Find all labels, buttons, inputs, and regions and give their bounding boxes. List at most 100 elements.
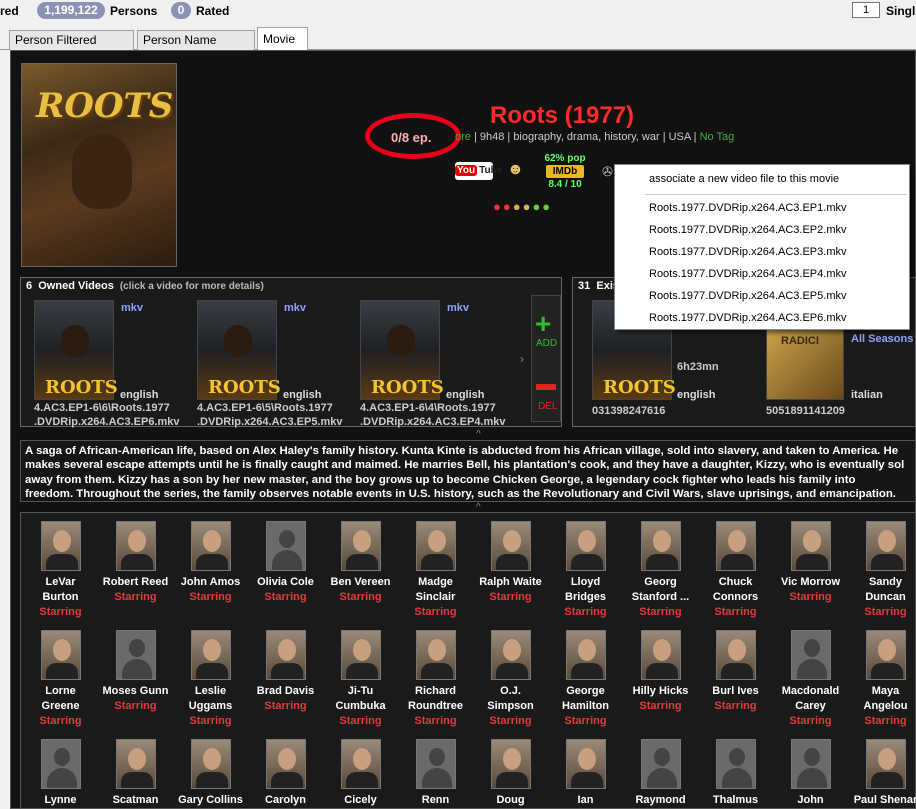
actor-name-line2: Carey — [795, 700, 826, 712]
cast-member[interactable]: John — [773, 739, 848, 808]
actor-role: Starring — [864, 715, 907, 727]
cast-member[interactable]: Cicely — [323, 739, 398, 808]
cast-member[interactable]: Hilly Hicks Starring — [623, 630, 698, 714]
cast-member[interactable]: LeVar Burton Starring — [23, 521, 98, 620]
actor-name-line2: Cumbuka — [335, 700, 386, 712]
existing-barcode-1: 031398247616 — [592, 405, 666, 417]
tab-person-filtered-search[interactable]: Person Filtered Search — [9, 30, 134, 65]
cast-member[interactable]: Renn — [398, 739, 473, 808]
delete-icon[interactable] — [536, 384, 556, 390]
cast-member[interactable]: Lorne Greene Starring — [23, 630, 98, 729]
cast-member[interactable]: Olivia Cole Starring — [248, 521, 323, 605]
add-icon[interactable]: + — [535, 310, 551, 338]
add-button[interactable]: ADD — [536, 338, 557, 349]
menu-item-ep3[interactable]: Roots.1977.DVDRip.x264.AC3.EP3.mkv — [649, 246, 846, 258]
cast-member[interactable]: Chuck Connors Starring — [698, 521, 773, 620]
actor-name-line2: Uggams — [188, 700, 233, 712]
rating-face-1-icon[interactable]: ● — [493, 199, 503, 214]
cast-member[interactable]: Maya Angelou Starring — [848, 630, 916, 729]
cast-member[interactable]: Brad Davis Starring — [248, 630, 323, 714]
actor-name: Paul Shenar — [853, 794, 916, 806]
cast-member[interactable]: Robert Reed Starring — [98, 521, 173, 605]
tab-bar: Person Filtered Search Person Name Searc… — [0, 27, 916, 65]
video-path: 4.AC3.EP1-6\4\Roots.1977 — [360, 402, 496, 414]
rating-face-5-icon[interactable]: ● — [532, 199, 542, 214]
tab-movie[interactable]: Movie — [257, 27, 308, 51]
cast-member[interactable]: Ben Vereen Starring — [323, 521, 398, 605]
actor-photo — [40, 630, 81, 680]
cast-member[interactable]: Doug — [473, 739, 548, 808]
menu-item-ep6[interactable]: Roots.1977.DVDRip.x264.AC3.EP6.mkv — [649, 312, 846, 324]
meta-details: | 9h48 | biography, drama, history, war … — [470, 131, 700, 143]
actor-photo — [490, 739, 531, 789]
film-reel-icon[interactable]: ✇ — [602, 164, 613, 180]
rating-face-3-icon[interactable]: ● — [513, 199, 523, 214]
cast-member[interactable]: Paul Shenar — [848, 739, 916, 808]
menu-item-ep4[interactable]: Roots.1977.DVDRip.x264.AC3.EP4.mkv — [649, 268, 846, 280]
actor-name: Olivia Cole — [257, 576, 314, 588]
tag-link[interactable]: No Tag — [700, 131, 735, 143]
scroll-right-chevron-icon[interactable]: › — [520, 352, 524, 366]
more-link[interactable]: ore — [455, 131, 471, 143]
menu-item-ep1[interactable]: Roots.1977.DVDRip.x264.AC3.EP1.mkv — [649, 202, 846, 214]
cast-member[interactable]: O.J. Simpson Starring — [473, 630, 548, 729]
existing-duration: 6h23mn — [677, 361, 719, 373]
actor-photo — [565, 739, 606, 789]
tab-person-name-search[interactable]: Person Name Search — [137, 30, 255, 65]
cast-member[interactable]: Burl Ives Starring — [698, 630, 773, 714]
radici-edition-cover[interactable]: RADICI — [766, 328, 844, 400]
top-left-label: red — [0, 4, 19, 18]
cast-member[interactable]: Madge Sinclair Starring — [398, 521, 473, 620]
associate-video-menu-item[interactable]: associate a new video file to this movie — [649, 173, 839, 185]
cast-member[interactable]: Moses Gunn Starring — [98, 630, 173, 714]
video-language: english — [283, 389, 322, 401]
owned-video-ep6[interactable]: ROOTS mkv english 4.AC3.EP1-6\6\Roots.19… — [34, 300, 204, 428]
cast-member[interactable]: Leslie Uggams Starring — [173, 630, 248, 729]
cast-member[interactable]: Thalmus — [698, 739, 773, 808]
single-count-field[interactable]: 1 — [852, 2, 880, 18]
actor-name: Lorne — [45, 685, 76, 697]
actor-role: Starring — [189, 715, 232, 727]
actor-role: Starring — [39, 715, 82, 727]
cast-member[interactable]: Gary Collins — [173, 739, 248, 808]
cast-member[interactable]: Sandy Duncan Starring — [848, 521, 916, 620]
existing-count: 31 — [578, 280, 591, 292]
all-seasons-link[interactable]: All Seasons — [851, 333, 913, 345]
wiki-face-icon[interactable]: ☻ — [507, 161, 524, 179]
cast-member[interactable]: Vic Morrow Starring — [773, 521, 848, 605]
cast-member[interactable]: Lloyd Bridges Starring — [548, 521, 623, 620]
cast-member[interactable]: Ian — [548, 739, 623, 808]
youtube-icon[interactable]: You Tube — [455, 162, 502, 180]
cast-member[interactable]: Macdonald Carey Starring — [773, 630, 848, 729]
splitter-handle-icon[interactable]: ^ — [476, 429, 481, 440]
actor-name: Carolyn — [265, 794, 306, 806]
owned-video-ep5[interactable]: ROOTS mkv english 4.AC3.EP1-6\5\Roots.19… — [197, 300, 367, 428]
menu-item-ep2[interactable]: Roots.1977.DVDRip.x264.AC3.EP2.mkv — [649, 224, 846, 236]
actor-role: Starring — [714, 700, 757, 712]
rating-face-2-icon[interactable]: ● — [503, 199, 513, 214]
actor-name: Cicely — [344, 794, 377, 806]
menu-item-ep5[interactable]: Roots.1977.DVDRip.x264.AC3.EP5.mkv — [649, 290, 846, 302]
movie-poster[interactable]: ROOTS — [21, 63, 177, 267]
actor-role: Starring — [639, 700, 682, 712]
imdb-widget[interactable]: 62% pop IMDb 8.4 / 10 — [537, 153, 593, 190]
actor-name-line2: Stanford ... — [631, 591, 690, 603]
cast-member[interactable]: John Amos Starring — [173, 521, 248, 605]
cast-member[interactable]: Scatman — [98, 739, 173, 808]
cast-member[interactable]: Carolyn — [248, 739, 323, 808]
owned-video-ep4[interactable]: ROOTS mkv english 4.AC3.EP1-6\4\Roots.19… — [360, 300, 530, 428]
cast-member[interactable]: Georg Stanford ... Starring — [623, 521, 698, 620]
rating-face-6-icon[interactable]: ● — [542, 199, 552, 214]
cast-member[interactable]: George Hamilton Starring — [548, 630, 623, 729]
cast-member[interactable]: Ji-Tu Cumbuka Starring — [323, 630, 398, 729]
delete-button[interactable]: DEL — [538, 401, 557, 412]
rating-face-4-icon[interactable]: ● — [523, 199, 533, 214]
cast-member[interactable]: Raymond — [623, 739, 698, 808]
cast-member[interactable]: Ralph Waite Starring — [473, 521, 548, 605]
cast-member[interactable]: Richard Roundtree Starring — [398, 630, 473, 729]
video-context-menu: associate a new video file to this movie… — [614, 164, 910, 330]
actor-name-line2: Connors — [712, 591, 759, 603]
poster-title-art: ROOTS — [36, 86, 174, 126]
cast-member[interactable]: Lynne — [23, 739, 98, 808]
actor-name: Madge — [418, 576, 453, 588]
